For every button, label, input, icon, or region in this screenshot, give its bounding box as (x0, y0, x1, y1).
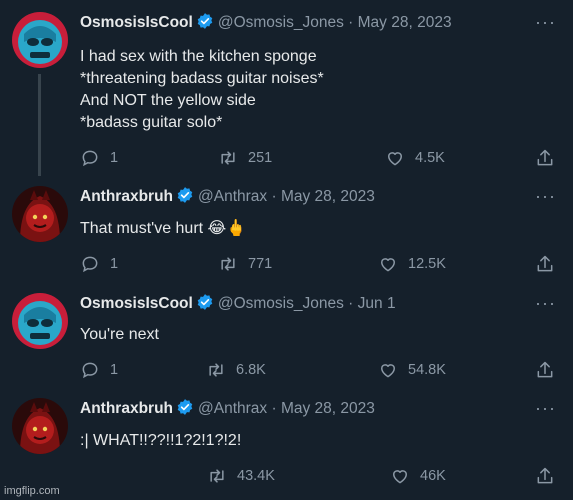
like-button[interactable]: 54.8K (378, 359, 446, 381)
tweet-text: That must've hurt 😂🖕 (80, 218, 246, 240)
more-dots-icon[interactable]: ··· (535, 399, 555, 422)
tweet-text-line: And NOT the yellow side (80, 92, 256, 109)
handle[interactable]: @Osmosis_Jones (218, 295, 344, 312)
reply-icon (82, 362, 98, 379)
tweet-3[interactable]: OsmosisIsCool @Osmosis_Jones · Jun 1 ··· … (0, 293, 573, 389)
more-dots-icon[interactable]: ··· (535, 294, 555, 317)
handle[interactable]: @Anthrax (198, 400, 267, 417)
tweet-header: OsmosisIsCool @Osmosis_Jones · Jun 1 (80, 293, 396, 315)
avatar[interactable] (12, 186, 68, 242)
tweet-text-line: *badass guitar solo* (80, 114, 223, 131)
tweet-text: :| WHAT!!??!!1?2!1?!2! (80, 430, 241, 452)
reply-button[interactable]: 1 (80, 253, 118, 275)
share-button[interactable] (535, 465, 565, 487)
reply-button[interactable]: 1 (80, 147, 118, 169)
tweet-text-line: *threatening badass guitar noises* (80, 70, 324, 87)
share-button[interactable] (535, 147, 565, 169)
separator: · (348, 14, 354, 31)
like-count: 46K (420, 468, 446, 484)
reply-icon (82, 150, 98, 167)
separator: · (271, 188, 277, 205)
tweet-text: I had sex with the kitchen sponge *threa… (80, 46, 324, 134)
heart-icon (381, 364, 395, 378)
tweet-header: OsmosisIsCool @Osmosis_Jones · May 28, 20… (80, 12, 452, 34)
like-count: 4.5K (415, 150, 445, 166)
share-icon (537, 467, 553, 484)
handle[interactable]: @Osmosis_Jones (218, 14, 344, 31)
share-icon (537, 361, 553, 378)
action-bar: 43.4K 46K (80, 465, 560, 487)
avatar[interactable] (12, 398, 68, 454)
retweet-count: 771 (248, 256, 273, 272)
timestamp[interactable]: Jun 1 (358, 295, 396, 312)
separator: · (348, 295, 354, 312)
thread-line (38, 74, 41, 176)
tweet-header: Anthraxbruh @Anthrax · May 28, 2023 (80, 186, 375, 208)
tweet-text-line: That must've hurt 😂🖕 (80, 220, 247, 237)
heart-icon (393, 470, 407, 484)
share-button[interactable] (535, 359, 565, 381)
separator: · (271, 400, 277, 417)
tweet-text-line: :| WHAT!!??!!1?2!1?!2! (80, 432, 242, 449)
avatar[interactable] (12, 293, 68, 349)
heart-icon (388, 152, 402, 166)
retweet-count: 6.8K (236, 362, 266, 378)
avatar[interactable] (12, 12, 68, 68)
action-bar: 1 251 4.5K (80, 147, 560, 169)
reply-button[interactable]: 1 (80, 359, 118, 381)
tweet-header: Anthraxbruh @Anthrax · May 28, 2023 (80, 398, 375, 420)
more-dots-icon[interactable]: ··· (535, 13, 555, 36)
reply-icon (82, 256, 98, 273)
action-bar: 1 771 12.5K (80, 253, 560, 275)
tweet-text-line: I had sex with the kitchen sponge (80, 48, 317, 65)
like-count: 12.5K (408, 256, 446, 272)
heart-icon (381, 258, 395, 272)
tweet-1[interactable]: OsmosisIsCool @Osmosis_Jones · May 28, 20… (0, 12, 573, 182)
action-bar: 1 6.8K 54.8K (80, 359, 560, 381)
tweet-4[interactable]: Anthraxbruh @Anthrax · May 28, 2023 ··· :… (0, 398, 573, 490)
display-name[interactable]: Anthraxbruh (80, 400, 173, 417)
like-button[interactable]: 12.5K (378, 253, 446, 275)
reply-count: 1 (110, 256, 119, 272)
verified-badge-icon (197, 13, 213, 29)
retweet-icon (221, 257, 235, 271)
verified-badge-icon (177, 399, 193, 415)
retweet-button[interactable]: 251 (218, 147, 272, 169)
tweet-text-line: You're next (80, 326, 159, 343)
watermark: imgflip.com (4, 485, 60, 497)
verified-badge-icon (197, 294, 213, 310)
display-name[interactable]: OsmosisIsCool (80, 14, 193, 31)
like-button[interactable]: 4.5K (385, 147, 445, 169)
timestamp[interactable]: May 28, 2023 (281, 188, 375, 205)
timestamp[interactable]: May 28, 2023 (358, 14, 452, 31)
display-name[interactable]: Anthraxbruh (80, 188, 173, 205)
timestamp[interactable]: May 28, 2023 (281, 400, 375, 417)
retweet-icon (209, 363, 223, 377)
verified-badge-icon (177, 187, 193, 203)
more-dots-icon[interactable]: ··· (535, 187, 555, 210)
retweet-count: 251 (248, 150, 273, 166)
like-count: 54.8K (408, 362, 446, 378)
reply-count: 1 (110, 150, 119, 166)
retweet-button[interactable]: 771 (218, 253, 272, 275)
reply-count: 1 (110, 362, 119, 378)
share-icon (537, 255, 553, 272)
retweet-button[interactable]: 43.4K (207, 465, 275, 487)
handle[interactable]: @Anthrax (198, 188, 267, 205)
share-button[interactable] (535, 253, 565, 275)
retweet-icon (210, 469, 224, 483)
tweet-text: You're next (80, 324, 159, 346)
retweet-count: 43.4K (237, 468, 275, 484)
retweet-icon (221, 151, 235, 165)
display-name[interactable]: OsmosisIsCool (80, 295, 193, 312)
share-icon (537, 149, 553, 166)
like-button[interactable]: 46K (390, 465, 446, 487)
retweet-button[interactable]: 6.8K (206, 359, 266, 381)
tweet-2[interactable]: Anthraxbruh @Anthrax · May 28, 2023 ··· T… (0, 186, 573, 284)
